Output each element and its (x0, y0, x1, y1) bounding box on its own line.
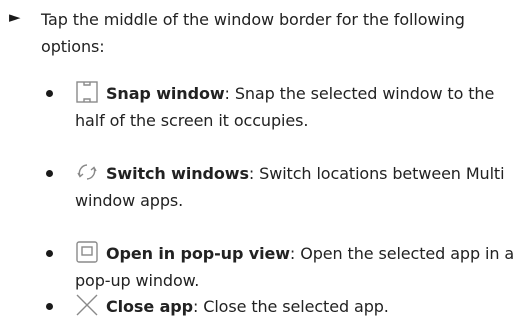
option-title: Snap window (106, 84, 225, 103)
option-text: Close app: Close the selected app. (75, 293, 515, 320)
popup-view-icon (75, 240, 99, 264)
bullet (46, 90, 53, 97)
option-text: Open in pop-up view: Open the selected a… (75, 240, 515, 294)
option-separator: : (248, 164, 260, 183)
option-separator: : (224, 84, 235, 103)
close-icon (75, 293, 99, 317)
option-title: Open in pop-up view (106, 244, 290, 263)
option-title: Switch windows (106, 164, 249, 183)
bullet (46, 170, 53, 177)
option-separator: : (192, 297, 204, 316)
arrow-bullet-icon: ► (9, 8, 21, 26)
option-description: Close the selected app. (203, 297, 389, 316)
option-text: Switch windows: Switch locations between… (75, 160, 515, 214)
option-title: Close app (106, 297, 193, 316)
bullet (46, 250, 53, 257)
option-text: Snap window: Snap the selected window to… (75, 80, 515, 134)
step-text: Tap the middle of the window border for … (41, 10, 465, 56)
switch-windows-icon (75, 160, 99, 184)
snap-window-icon (75, 80, 99, 104)
bullet (46, 303, 53, 310)
option-separator: : (289, 244, 301, 263)
